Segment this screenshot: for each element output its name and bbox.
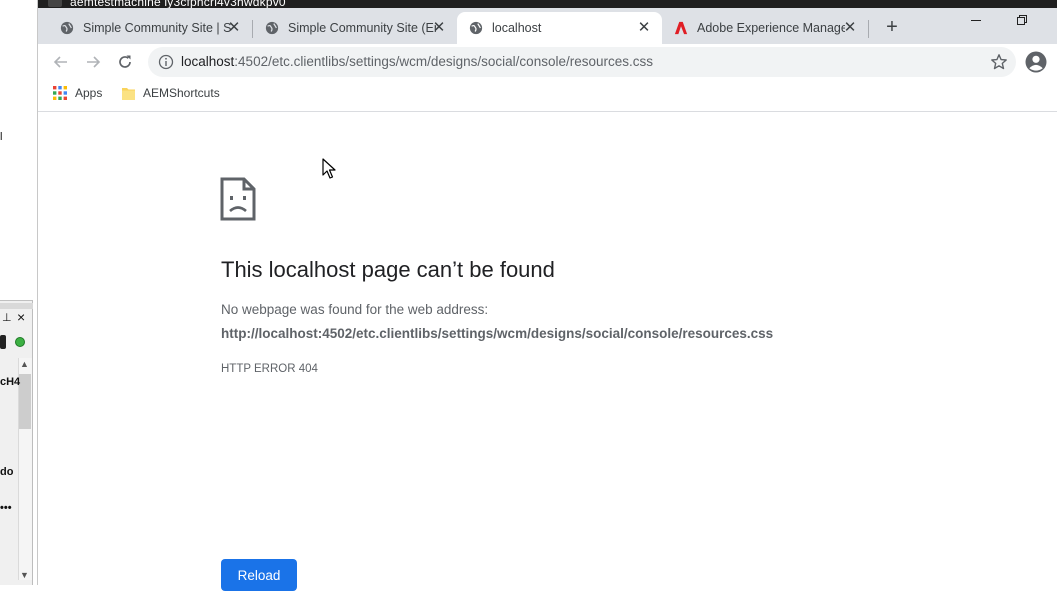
globe-icon	[469, 21, 483, 35]
address-bar[interactable]: localhost:4502/etc.clientlibs/settings/w…	[148, 47, 1016, 77]
background-window-icon	[48, 0, 62, 7]
error-description: No webpage was found for the web address…	[221, 302, 489, 317]
tab-simple-community-site-1[interactable]: Simple Community Site | S ✕	[48, 12, 252, 44]
restore-button[interactable]	[1010, 14, 1034, 34]
background-text-fragment: do	[0, 466, 14, 478]
reload-toolbar-button[interactable]	[115, 52, 135, 72]
bookmark-apps[interactable]: Apps	[53, 86, 102, 100]
globe-icon	[60, 21, 74, 35]
background-window: l ⊥ × ▲ ▼ cH4 do •••	[0, 0, 38, 585]
tab-label: Adobe Experience Manager	[697, 21, 845, 35]
close-icon[interactable]: ×	[17, 309, 25, 325]
back-arrow-icon	[53, 56, 67, 68]
restore-icon	[1017, 15, 1027, 25]
forward-arrow-icon	[87, 56, 101, 68]
error-url: http://localhost:4502/etc.clientlibs/set…	[221, 326, 774, 341]
new-tab-button[interactable]: +	[880, 16, 904, 40]
background-text-fragment: cH4	[0, 376, 21, 388]
back-button[interactable]	[51, 52, 71, 72]
browser-window: Simple Community Site | S ✕ Simple Commu…	[38, 8, 1057, 591]
info-icon[interactable]	[158, 54, 174, 70]
tab-label: Simple Community Site (En	[288, 21, 436, 35]
error-title: This localhost page can’t be found	[221, 257, 555, 282]
forward-button[interactable]	[83, 52, 103, 72]
error-page: This localhost page can’t be found No we…	[38, 113, 1057, 591]
bookmark-aemshortcuts[interactable]: AEMShortcuts	[122, 86, 220, 100]
apps-grid-icon	[53, 86, 67, 100]
tab-adobe-experience-manager[interactable]: Adobe Experience Manager ✕	[662, 12, 868, 44]
sad-page-icon	[220, 177, 256, 221]
bookmarks-bar: Apps AEMShortcuts	[38, 80, 1057, 112]
tab-separator	[868, 20, 869, 38]
close-tab-icon[interactable]: ✕	[226, 20, 242, 36]
close-tab-icon[interactable]: ✕	[431, 20, 447, 36]
background-scrollbar-thumb[interactable]	[19, 374, 31, 429]
profile-avatar-icon[interactable]	[1025, 51, 1047, 73]
status-dot-icon	[15, 337, 25, 347]
bookmark-star-icon[interactable]	[990, 53, 1008, 71]
error-code: HTTP ERROR 404	[221, 363, 318, 375]
background-text-fragment: •••	[0, 502, 12, 514]
reload-button[interactable]: Reload	[221, 559, 297, 591]
address-url: localhost:4502/etc.clientlibs/settings/w…	[181, 54, 653, 69]
address-host: localhost	[181, 54, 235, 69]
bookmark-label: AEMShortcuts	[143, 86, 220, 100]
background-window-titlebar: aemtestmachine ly3cfphcri4v3hwdkpv0	[0, 0, 1057, 9]
background-text-fragment: l	[0, 131, 3, 143]
reload-icon	[119, 55, 131, 68]
minimize-button[interactable]	[964, 14, 988, 34]
browser-toolbar: localhost:4502/etc.clientlibs/settings/w…	[38, 44, 1057, 80]
background-dark-button[interactable]	[0, 335, 6, 349]
tab-localhost[interactable]: localhost ✕	[457, 12, 662, 44]
adobe-icon	[674, 21, 688, 35]
scroll-down-icon[interactable]: ▼	[20, 570, 29, 580]
address-path: :4502/etc.clientlibs/settings/wcm/design…	[234, 54, 653, 69]
folder-icon	[122, 88, 135, 100]
tab-strip: Simple Community Site | S ✕ Simple Commu…	[38, 8, 1057, 44]
tab-simple-community-site-2[interactable]: Simple Community Site (En ✕	[253, 12, 457, 44]
mouse-cursor-icon	[322, 158, 336, 179]
globe-icon	[265, 21, 279, 35]
minimize-icon	[971, 20, 981, 21]
pin-icon[interactable]: ⊥	[2, 311, 12, 324]
close-tab-icon[interactable]: ✕	[636, 20, 652, 36]
close-tab-icon[interactable]: ✕	[842, 20, 858, 36]
tab-label: Simple Community Site | S	[83, 21, 231, 35]
tab-label: localhost	[492, 21, 542, 35]
bookmark-label: Apps	[75, 86, 103, 100]
scroll-up-icon[interactable]: ▲	[20, 359, 29, 369]
